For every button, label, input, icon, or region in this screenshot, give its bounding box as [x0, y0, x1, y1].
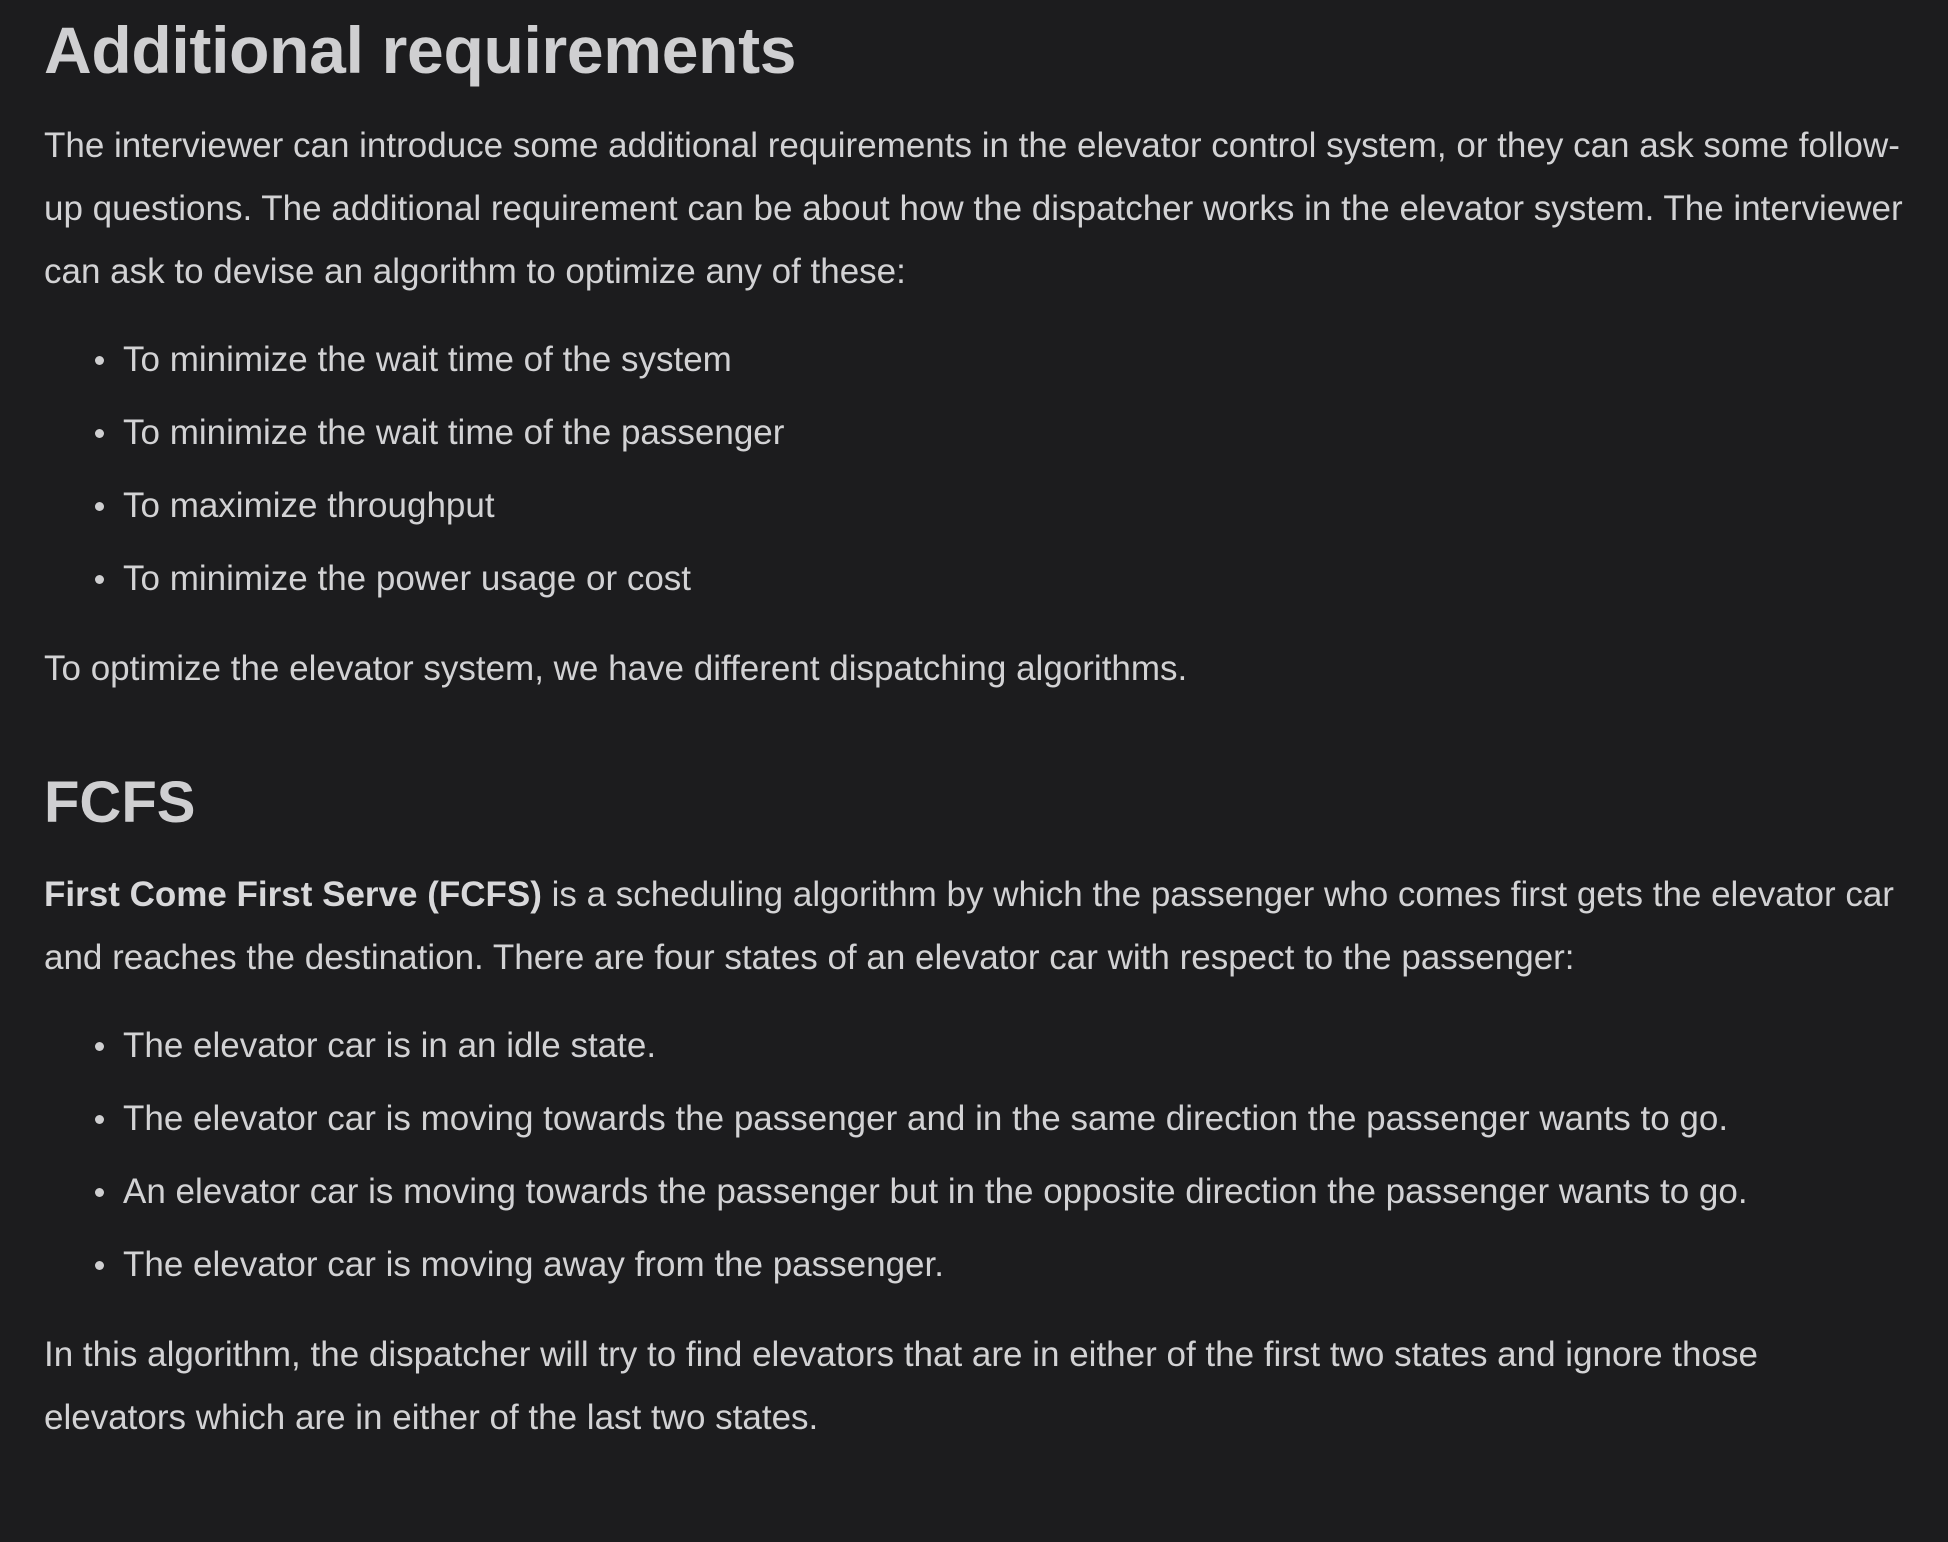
list-item: To minimize the power usage or cost — [44, 557, 1904, 601]
bullet-icon — [95, 1042, 104, 1051]
optimization-goals-list: To minimize the wait time of the system … — [44, 338, 1904, 601]
bullet-icon — [95, 575, 104, 584]
fcfs-term: First Come First Serve (FCFS) — [44, 875, 542, 914]
section-heading-additional-requirements: Additional requirements — [44, 13, 797, 87]
list-item-text: To minimize the power usage or cost — [123, 559, 692, 598]
list-item: To maximize throughput — [44, 484, 1904, 528]
list-item: To minimize the wait time of the passeng… — [44, 411, 1904, 455]
elevator-states-list: The elevator car is in an idle state. Th… — [44, 1024, 1904, 1287]
bullet-icon — [95, 1261, 104, 1270]
list-item: To minimize the wait time of the system — [44, 338, 1904, 382]
list-item: An elevator car is moving towards the pa… — [44, 1170, 1904, 1214]
list-item-text: To minimize the wait time of the passeng… — [123, 413, 785, 452]
list-item-text: The elevator car is moving away from the… — [123, 1245, 944, 1284]
list-item-text: An elevator car is moving towards the pa… — [123, 1172, 1748, 1211]
intro-paragraph: The interviewer can introduce some addit… — [44, 126, 1903, 291]
list-item-text: The elevator car is in an idle state. — [123, 1026, 657, 1065]
bullet-icon — [95, 1188, 104, 1197]
dispatcher-paragraph: In this algorithm, the dispatcher will t… — [44, 1335, 1758, 1437]
section-heading-fcfs: FCFS — [44, 770, 196, 835]
bullet-icon — [95, 429, 104, 438]
algorithms-paragraph: To optimize the elevator system, we have… — [44, 649, 1188, 688]
article-content: Additional requirements The interviewer … — [0, 0, 1948, 1449]
list-item-text: The elevator car is moving towards the p… — [123, 1099, 1729, 1138]
list-item-text: To maximize throughput — [123, 486, 495, 525]
bullet-icon — [95, 502, 104, 511]
bullet-icon — [95, 356, 104, 365]
bullet-icon — [95, 1115, 104, 1124]
list-item-text: To minimize the wait time of the system — [123, 340, 732, 379]
list-item: The elevator car is in an idle state. — [44, 1024, 1904, 1068]
fcfs-definition-paragraph: First Come First Serve (FCFS) is a sched… — [44, 863, 1904, 989]
list-item: The elevator car is moving away from the… — [44, 1243, 1904, 1287]
list-item: The elevator car is moving towards the p… — [44, 1097, 1904, 1141]
